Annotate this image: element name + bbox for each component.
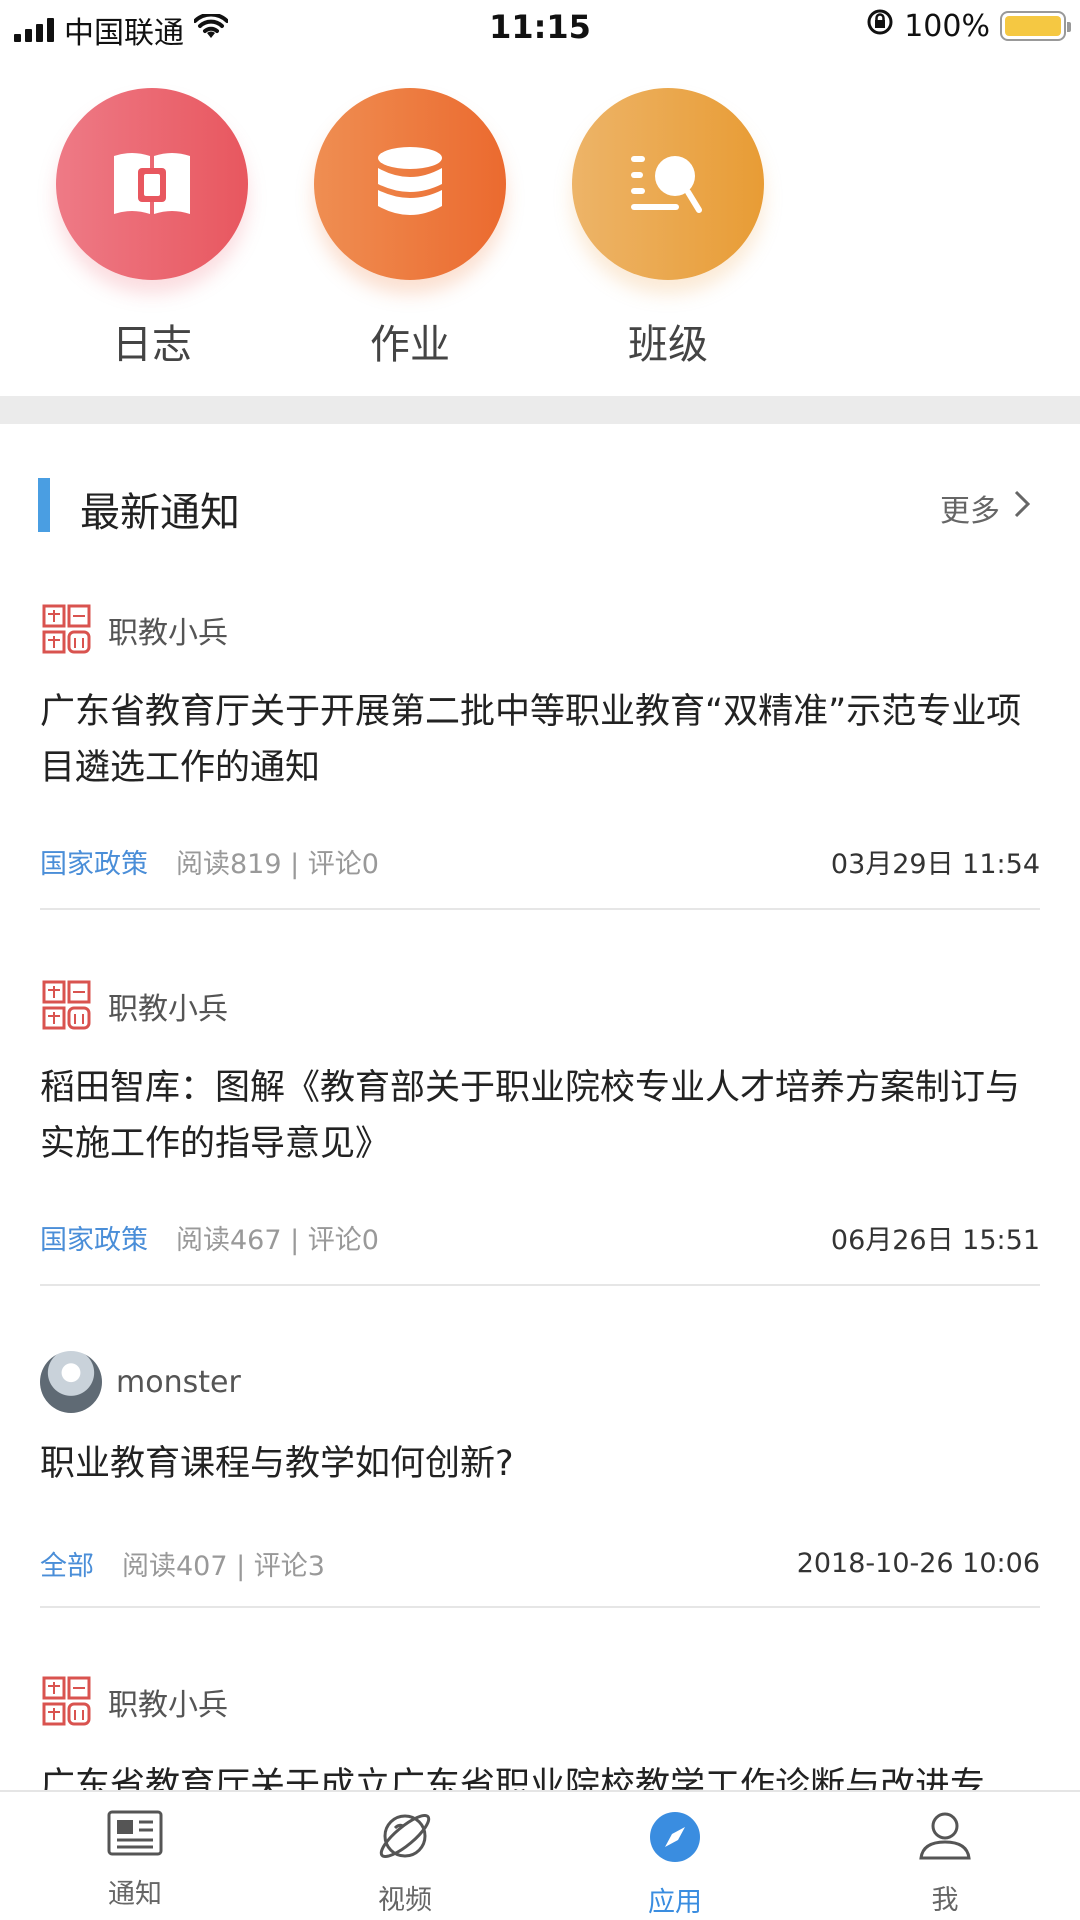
newspaper-icon [107, 1810, 163, 1860]
battery-percent: 100% [904, 8, 990, 44]
battery-icon [1000, 11, 1071, 41]
news-date: 03月29日 11:54 [830, 849, 1040, 880]
news-meta: 国家政策 阅读819 | 评论0 03月29日 11:54 [40, 842, 1040, 881]
news-tag[interactable]: 全部 [40, 1544, 94, 1583]
avatar [40, 1351, 102, 1413]
app-log[interactable]: 日志 [52, 88, 252, 370]
tab-me[interactable]: 我 [810, 1792, 1080, 1920]
chevron-right-icon [1014, 490, 1031, 526]
tab-label: 我 [931, 1885, 959, 1916]
compass-icon [648, 1810, 702, 1868]
news-date: 2018-10-26 10:06 [796, 1548, 1040, 1579]
section-accent-bar [38, 478, 50, 532]
news-title[interactable]: 职业教育课程与教学如何创新? [40, 1436, 1045, 1492]
news-author: 职教小兵 [40, 600, 228, 660]
tab-label: 视频 [378, 1885, 432, 1916]
tab-apps[interactable]: 应用 [540, 1792, 810, 1920]
news-author: 职教小兵 [40, 976, 228, 1036]
tab-video[interactable]: 视频 [270, 1792, 540, 1920]
section-title: 最新通知 [80, 490, 240, 536]
news-item[interactable]: monster 职业教育课程与教学如何创新? 全部 阅读407 | 评论3 20… [0, 1351, 1080, 1612]
latest-notice-header: 最新通知 更多 [0, 476, 1080, 536]
news-tag[interactable]: 国家政策 [40, 1218, 148, 1257]
author-name: monster [116, 1364, 241, 1400]
more-link[interactable]: 更多 [940, 486, 1031, 530]
tab-notice[interactable]: 通知 [0, 1792, 270, 1920]
app-label: 日志 [112, 322, 192, 368]
tab-label: 通知 [108, 1879, 162, 1910]
news-title[interactable]: 稻田智库：图解《教育部关于职业院校专业人才培养方案制订与实施工作的指导意见》 [40, 1060, 1045, 1172]
rotation-lock-icon [866, 8, 894, 44]
news-separator [40, 908, 1040, 910]
author-name: 职教小兵 [108, 1688, 228, 1723]
tab-bar: 通知 视频 应用 我 [0, 1790, 1080, 1920]
section-divider [0, 396, 1080, 424]
news-meta: 国家政策 阅读467 | 评论0 06月26日 15:51 [40, 1218, 1040, 1257]
status-right: 100% [866, 8, 1071, 44]
search-list-icon [572, 88, 764, 280]
book-icon [56, 88, 248, 280]
database-icon [314, 88, 506, 280]
news-title[interactable]: 广东省教育厅关于开展第二批中等职业教育“双精准”示范专业项目遴选工作的通知 [40, 684, 1045, 796]
news-stats: 阅读819 | 评论0 [176, 849, 379, 880]
planet-icon [377, 1810, 433, 1866]
news-date: 06月26日 15:51 [830, 1225, 1040, 1256]
tab-label: 应用 [648, 1887, 702, 1918]
news-separator [40, 1606, 1040, 1608]
app-homework[interactable]: 作业 [310, 88, 510, 370]
news-author: monster [40, 1351, 241, 1413]
more-label: 更多 [940, 494, 1000, 529]
news-tag[interactable]: 国家政策 [40, 842, 148, 881]
news-stats: 阅读407 | 评论3 [122, 1551, 325, 1582]
status-bar: 中国联通 11:15 100% [0, 0, 1080, 56]
news-separator [40, 1284, 1040, 1286]
seal-logo-icon [40, 603, 94, 657]
app-grid: 日志 作业 班级 [0, 88, 1080, 388]
seal-logo-icon [40, 979, 94, 1033]
author-name: 职教小兵 [108, 992, 228, 1027]
app-label: 作业 [370, 322, 450, 368]
app-class[interactable]: 班级 [568, 88, 768, 370]
app-label: 班级 [628, 322, 708, 368]
news-stats: 阅读467 | 评论0 [176, 1225, 379, 1256]
news-meta: 全部 阅读407 | 评论3 2018-10-26 10:06 [40, 1544, 1040, 1583]
user-icon [917, 1810, 973, 1866]
seal-logo-icon [40, 1675, 94, 1729]
news-item[interactable]: 职教小兵 稻田智库：图解《教育部关于职业院校专业人才培养方案制订与实施工作的指导… [0, 976, 1080, 1286]
news-author: 职教小兵 [40, 1672, 228, 1732]
news-item[interactable]: 职教小兵 广东省教育厅关于开展第二批中等职业教育“双精准”示范专业项目遴选工作的… [0, 600, 1080, 910]
author-name: 职教小兵 [108, 616, 228, 651]
